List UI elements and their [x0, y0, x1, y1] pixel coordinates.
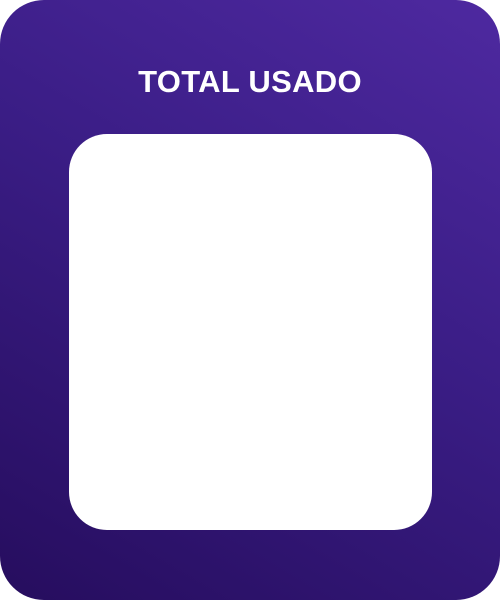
total-used-card: TOTAL USADO [0, 0, 500, 600]
content-panel [69, 134, 432, 530]
card-title: TOTAL USADO [138, 64, 362, 99]
